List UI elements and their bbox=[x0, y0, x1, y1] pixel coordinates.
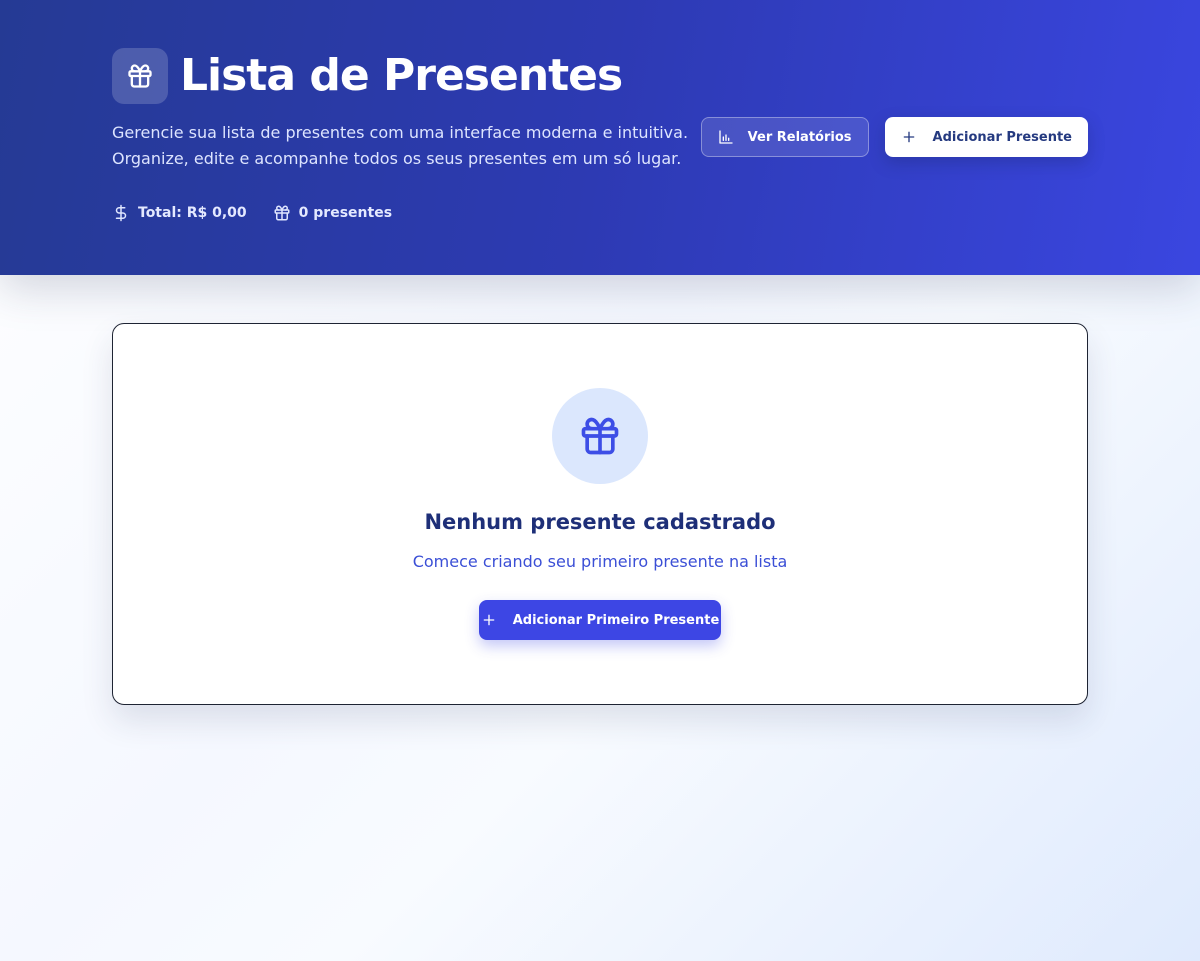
page-subtitle: Gerencie sua lista de presentes com uma … bbox=[112, 120, 712, 172]
view-reports-button[interactable]: Ver Relatórios bbox=[700, 117, 869, 157]
add-gift-button[interactable]: Adicionar Presente bbox=[884, 117, 1088, 157]
empty-state-card: Nenhum presente cadastrado Comece criand… bbox=[112, 323, 1088, 705]
gift-count: 0 presentes bbox=[298, 205, 393, 221]
total-stat: Total: R$ 0,00 bbox=[112, 204, 247, 222]
title-row: Lista de Presentes bbox=[112, 48, 623, 104]
bar-chart-icon bbox=[719, 130, 733, 144]
empty-state-title: Nenhum presente cadastrado bbox=[424, 510, 776, 534]
summary-stats: Total: R$ 0,00 0 presentes bbox=[112, 204, 418, 222]
subtitle-line-2: Organize, edite e acompanhe todos os seu… bbox=[112, 149, 682, 168]
dollar-icon bbox=[115, 204, 127, 222]
header-content: Lista de Presentes Gerencie sua lista de… bbox=[112, 48, 1088, 248]
add-gift-label: Adicionar Presente bbox=[932, 129, 1072, 145]
empty-state-icon-circle bbox=[552, 388, 648, 484]
add-first-gift-label: Adicionar Primeiro Presente bbox=[512, 612, 720, 628]
gift-icon bbox=[274, 205, 290, 221]
gift-icon bbox=[581, 417, 619, 455]
plus-icon bbox=[903, 131, 914, 143]
page-header: Lista de Presentes Gerencie sua lista de… bbox=[0, 0, 1200, 275]
add-first-gift-button[interactable]: Adicionar Primeiro Presente bbox=[479, 600, 721, 640]
empty-state-description: Comece criando seu primeiro presente na … bbox=[412, 552, 788, 571]
page-title: Lista de Presentes bbox=[180, 50, 623, 101]
count-stat: 0 presentes bbox=[273, 204, 392, 222]
plus-icon bbox=[483, 614, 495, 626]
gift-icon bbox=[112, 48, 168, 104]
total-value: Total: R$ 0,00 bbox=[138, 205, 247, 221]
view-reports-label: Ver Relatórios bbox=[747, 129, 852, 145]
subtitle-line-1: Gerencie sua lista de presentes com uma … bbox=[112, 123, 689, 142]
header-actions: Ver Relatórios Adicionar Presente bbox=[700, 117, 1088, 157]
